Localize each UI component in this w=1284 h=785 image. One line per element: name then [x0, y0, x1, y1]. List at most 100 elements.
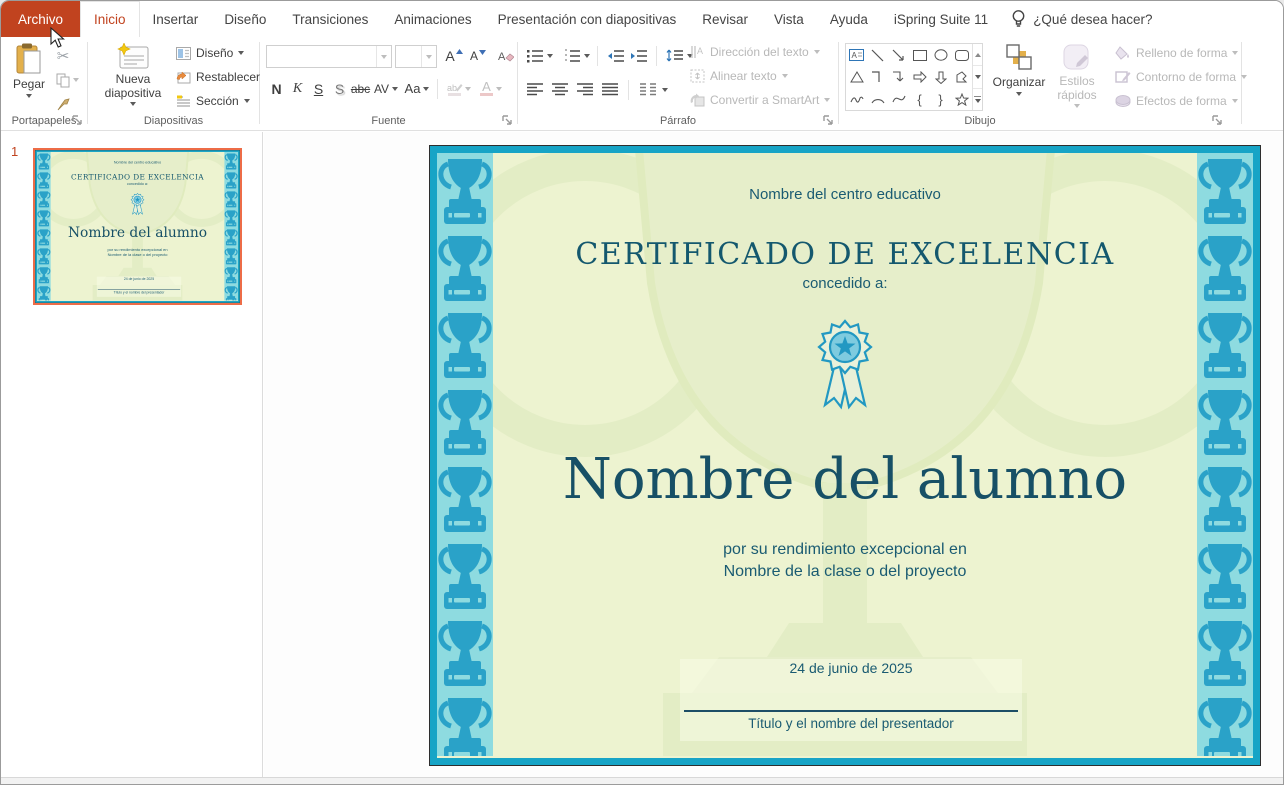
change-case-button[interactable]: Aa	[401, 77, 433, 100]
presenter-text[interactable]: Título y el nombre del presentador	[680, 716, 1022, 731]
italic-button[interactable]: K	[287, 77, 308, 100]
text-shadow-button[interactable]: S	[329, 77, 350, 100]
shape-left-brace-icon[interactable]: {	[909, 89, 930, 110]
award-ribbon-icon	[130, 193, 146, 218]
reset-slide-button[interactable]: Restablecer	[176, 70, 260, 84]
highlight-color-button[interactable]: ab	[442, 77, 476, 100]
section-icon	[176, 95, 191, 108]
shapes-scroll-down-button[interactable]	[973, 65, 982, 87]
shape-right-brace-icon[interactable]: }	[930, 89, 951, 110]
shape-elbow-connector-icon[interactable]	[867, 67, 888, 88]
shape-rounded-rectangle-icon[interactable]	[951, 45, 972, 66]
numbering-dropdown-icon[interactable]	[584, 54, 590, 58]
align-text-button[interactable]: Alinear texto	[690, 69, 788, 83]
tab-transiciones[interactable]: Transiciones	[279, 1, 381, 37]
slide-thumbnail[interactable]: Nombre del centro educativo CERTIFICADO …	[33, 148, 242, 305]
shapes-more-button[interactable]	[973, 88, 982, 110]
shape-curve-icon[interactable]	[888, 89, 909, 110]
shape-line-icon[interactable]	[867, 45, 888, 66]
tab-vista[interactable]: Vista	[761, 1, 817, 37]
slide-layout-button[interactable]: Diseño	[176, 46, 244, 60]
reason-text[interactable]: por su rendimiento excepcional en Nombre…	[493, 539, 1197, 583]
section-button[interactable]: Sección	[176, 94, 250, 108]
clear-formatting-button[interactable]: A	[494, 45, 518, 67]
bullets-dropdown-icon[interactable]	[547, 54, 553, 58]
shape-scribble-icon[interactable]	[846, 89, 867, 110]
tab-diseno[interactable]: Diseño	[211, 1, 279, 37]
student-name-text[interactable]: Nombre del alumno	[493, 447, 1197, 512]
convert-smartart-button[interactable]: Convertir a SmartArt	[690, 93, 830, 107]
quick-styles-button[interactable]: Estilos rápidos	[1049, 43, 1105, 108]
shape-fill-label: Relleno de forma	[1136, 46, 1227, 60]
tab-animaciones[interactable]: Animaciones	[381, 1, 484, 37]
paragraph-dialog-launcher[interactable]	[823, 115, 834, 126]
quick-styles-icon	[1061, 43, 1093, 73]
strikethrough-button[interactable]: abc	[350, 77, 371, 100]
align-center-button[interactable]	[549, 79, 570, 100]
justify-button[interactable]	[599, 79, 620, 100]
clipboard-dialog-launcher[interactable]	[72, 115, 83, 126]
font-color-button[interactable]: A	[476, 77, 506, 100]
tab-insertar[interactable]: Insertar	[140, 1, 212, 37]
award-ribbon-icon[interactable]	[813, 319, 877, 419]
numbering-button[interactable]	[561, 45, 582, 66]
arrange-button[interactable]: Organizar	[991, 43, 1047, 96]
shape-fill-button[interactable]: Relleno de forma	[1115, 46, 1238, 60]
certificate[interactable]: Nombre del centro educativo CERTIFICADO …	[429, 145, 1261, 766]
shape-freeform-icon[interactable]	[951, 67, 972, 88]
font-dialog-launcher[interactable]	[502, 115, 513, 126]
tab-animaciones-label: Animaciones	[394, 12, 471, 27]
decrease-indent-button[interactable]	[605, 45, 626, 66]
align-left-button[interactable]	[524, 79, 545, 100]
columns-button[interactable]	[637, 79, 658, 100]
school-name-text[interactable]: Nombre del centro educativo	[493, 186, 1197, 203]
align-right-button[interactable]	[574, 79, 595, 100]
underline-button[interactable]: S	[308, 77, 329, 100]
bold-button[interactable]: N	[266, 77, 287, 100]
awarded-to-text[interactable]: concedido a:	[493, 275, 1197, 292]
shape-right-arrow-icon[interactable]	[909, 67, 930, 88]
format-painter-button[interactable]	[51, 93, 75, 115]
copy-button[interactable]	[51, 69, 83, 91]
shape-textbox-icon[interactable]: A	[846, 45, 867, 66]
shape-star-icon[interactable]	[951, 89, 972, 110]
shape-down-arrow-icon[interactable]	[930, 67, 951, 88]
shape-effects-button[interactable]: Efectos de forma	[1115, 94, 1238, 108]
shape-rectangle-icon[interactable]	[909, 45, 930, 66]
shape-arc-icon[interactable]	[867, 89, 888, 110]
grow-font-button[interactable]: A	[442, 45, 466, 67]
bullets-button[interactable]	[524, 45, 545, 66]
font-size-combo[interactable]	[395, 45, 437, 68]
tab-inicio[interactable]: Inicio	[80, 1, 140, 37]
new-slide-dropdown-icon	[130, 102, 136, 106]
char-spacing-button[interactable]: AV	[371, 77, 401, 100]
paste-label: Pegar	[13, 77, 45, 91]
columns-dropdown-icon[interactable]	[662, 88, 668, 92]
certificate[interactable]: Nombre del centro educativo CERTIFICADO …	[35, 150, 240, 303]
font-name-combo[interactable]	[266, 45, 392, 68]
drawing-dialog-launcher[interactable]	[1212, 115, 1223, 126]
shape-triangle-icon[interactable]	[846, 67, 867, 88]
date-text[interactable]: 24 de junio de 2025	[680, 660, 1022, 676]
tab-archivo[interactable]: Archivo	[1, 1, 80, 37]
shape-elbow-arrow-connector-icon[interactable]	[888, 67, 909, 88]
new-slide-button[interactable]: Nueva diapositiva	[96, 43, 170, 106]
shape-outline-button[interactable]: Contorno de forma	[1115, 70, 1247, 84]
signature-block[interactable]: 24 de junio de 2025 Título y el nombre d…	[680, 659, 1022, 741]
new-slide-label: Nueva diapositiva	[96, 72, 170, 100]
increase-indent-button[interactable]	[628, 45, 649, 66]
shape-arrow-icon[interactable]	[888, 45, 909, 66]
tab-ayuda[interactable]: Ayuda	[817, 1, 881, 37]
text-direction-button[interactable]: A Dirección del texto	[690, 45, 820, 59]
certificate-title-text[interactable]: CERTIFICADO DE EXCELENCIA	[493, 237, 1197, 272]
tab-revisar[interactable]: Revisar	[689, 1, 761, 37]
tab-ispring[interactable]: iSpring Suite 11	[881, 1, 1001, 37]
shrink-font-button[interactable]: A	[466, 45, 490, 67]
shapes-scroll-up-button[interactable]	[973, 44, 982, 65]
tell-me-box[interactable]: ¿Qué desea hacer?	[1001, 1, 1162, 37]
shape-oval-icon[interactable]	[930, 45, 951, 66]
line-spacing-button[interactable]	[664, 45, 685, 66]
tab-ispring-label: iSpring Suite 11	[894, 12, 988, 27]
paste-button[interactable]: Pegar	[7, 43, 51, 98]
tab-presentacion[interactable]: Presentación con diapositivas	[485, 1, 690, 37]
